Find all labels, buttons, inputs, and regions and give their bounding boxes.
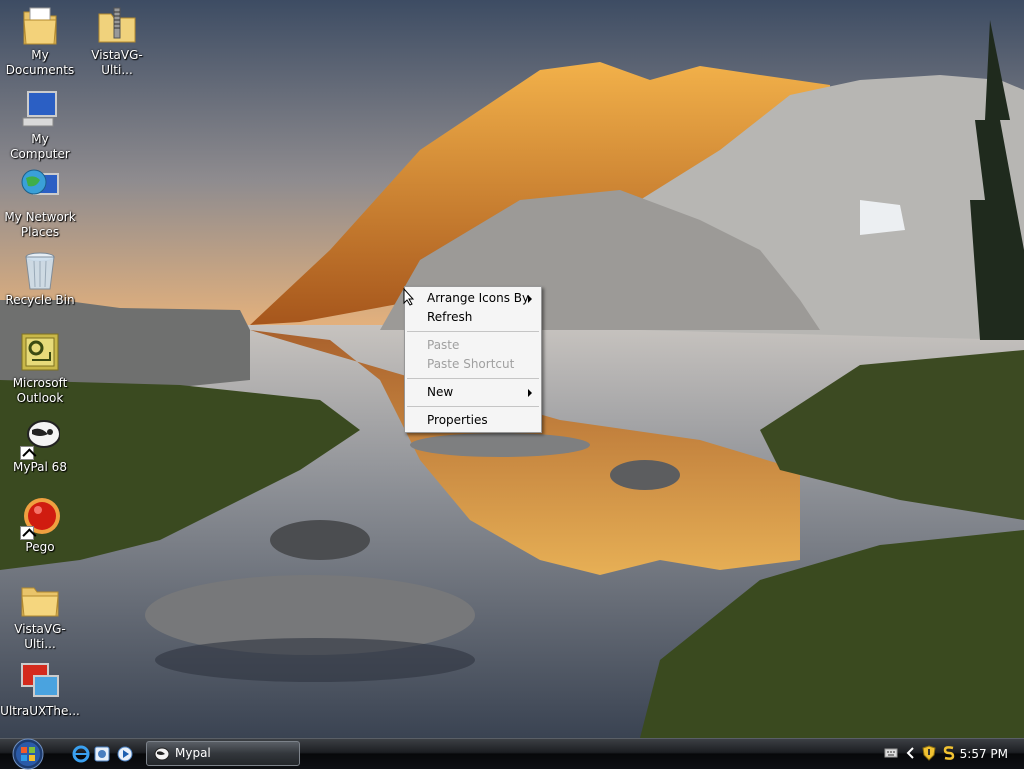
desktop-context-menu: Arrange Icons By Refresh Paste Paste Sho… — [404, 286, 542, 433]
desktop-icon-label: VistaVG-Ulti... — [91, 48, 143, 77]
zip-folder-icon — [98, 7, 136, 43]
desktop-icon-outlook[interactable]: Microsoft Outlook — [0, 332, 80, 406]
menu-item-arrange-icons-by[interactable]: Arrange Icons By — [405, 289, 541, 308]
network-globe-icon — [21, 169, 59, 195]
desktop-icon-label: Recycle Bin — [5, 293, 75, 307]
desktop-icon-label: My Computer — [10, 132, 70, 161]
computer-icon — [22, 91, 57, 127]
desktop-icon-my-computer[interactable]: My Computer — [0, 88, 80, 162]
menu-separator — [407, 406, 539, 407]
start-button[interactable] — [10, 738, 46, 770]
taskbar-clock[interactable]: 5:57 PM — [960, 739, 1008, 769]
desktop-icon-mypal[interactable]: MyPal 68 — [0, 416, 80, 475]
menu-item-paste-shortcut: Paste Shortcut — [405, 355, 541, 374]
menu-item-label: Paste Shortcut — [427, 357, 515, 371]
desktop-icon-label: My Documents — [5, 48, 75, 77]
menu-item-refresh[interactable]: Refresh — [405, 308, 541, 327]
menu-item-label: Properties — [427, 413, 488, 427]
menu-item-paste: Paste — [405, 336, 541, 355]
desktop-icon-network-places[interactable]: My Network Places — [0, 166, 80, 240]
desktop-icon-vistavg-folder[interactable]: VistaVG-Ulti... — [0, 578, 80, 652]
outlook-icon — [21, 333, 59, 371]
desktop-icon-vistavg-zip[interactable]: VistaVG-Ulti... — [77, 4, 157, 78]
submenu-arrow-icon — [528, 389, 532, 397]
desktop-icon-label: VistaVG-Ulti... — [14, 622, 66, 651]
menu-item-new[interactable]: New — [405, 383, 541, 402]
menu-item-label: Paste — [427, 338, 460, 352]
desktop-icon-label: Pego — [25, 540, 55, 554]
menu-item-label: Arrange Icons By — [427, 291, 530, 305]
keyboard-icon[interactable] — [884, 746, 898, 760]
desktop-icon-ultrauxtheme[interactable]: UltraUXThe... — [0, 660, 80, 719]
desktop-icon-my-documents[interactable]: My Documents — [0, 4, 80, 78]
desktop-icon-label: MyPal 68 — [13, 460, 67, 474]
menu-separator — [407, 331, 539, 332]
folder-documents-icon — [23, 7, 57, 45]
desktop-icon-label: My Network Places — [4, 210, 76, 239]
mouse-pointer-icon — [403, 288, 415, 306]
chevron-left-icon[interactable] — [906, 746, 916, 760]
taskbar-button-label: Mypal — [175, 746, 211, 760]
menu-item-label: Refresh — [427, 310, 473, 324]
mypal-raccoon-icon — [154, 747, 169, 761]
browser-icon[interactable] — [93, 745, 111, 763]
desktop-icon-pego[interactable]: Pego — [0, 496, 80, 555]
media-player-icon[interactable] — [116, 745, 134, 763]
desktop-icon-recycle-bin[interactable]: Recycle Bin — [0, 249, 80, 308]
internet-explorer-icon[interactable] — [72, 745, 90, 763]
display-theme-icon — [21, 663, 59, 697]
menu-separator — [407, 378, 539, 379]
taskbar: Mypal 5:57 PM — [0, 738, 1024, 770]
shortcut-arrow-icon — [20, 446, 34, 460]
s-app-icon[interactable] — [942, 745, 956, 761]
taskbar-button-mypal[interactable]: Mypal — [146, 741, 300, 766]
menu-item-label: New — [427, 385, 454, 399]
shortcut-arrow-icon — [20, 526, 34, 540]
desktop-icon-label: UltraUXThe... — [0, 704, 80, 718]
submenu-arrow-icon — [528, 295, 532, 303]
security-shield-icon[interactable] — [922, 745, 936, 761]
desktop-icon-label: Microsoft Outlook — [12, 376, 68, 405]
folder-icon — [21, 587, 59, 617]
windows-start-orb-icon — [12, 738, 44, 770]
recycle-bin-icon — [25, 252, 55, 290]
menu-item-properties[interactable]: Properties — [405, 411, 541, 430]
